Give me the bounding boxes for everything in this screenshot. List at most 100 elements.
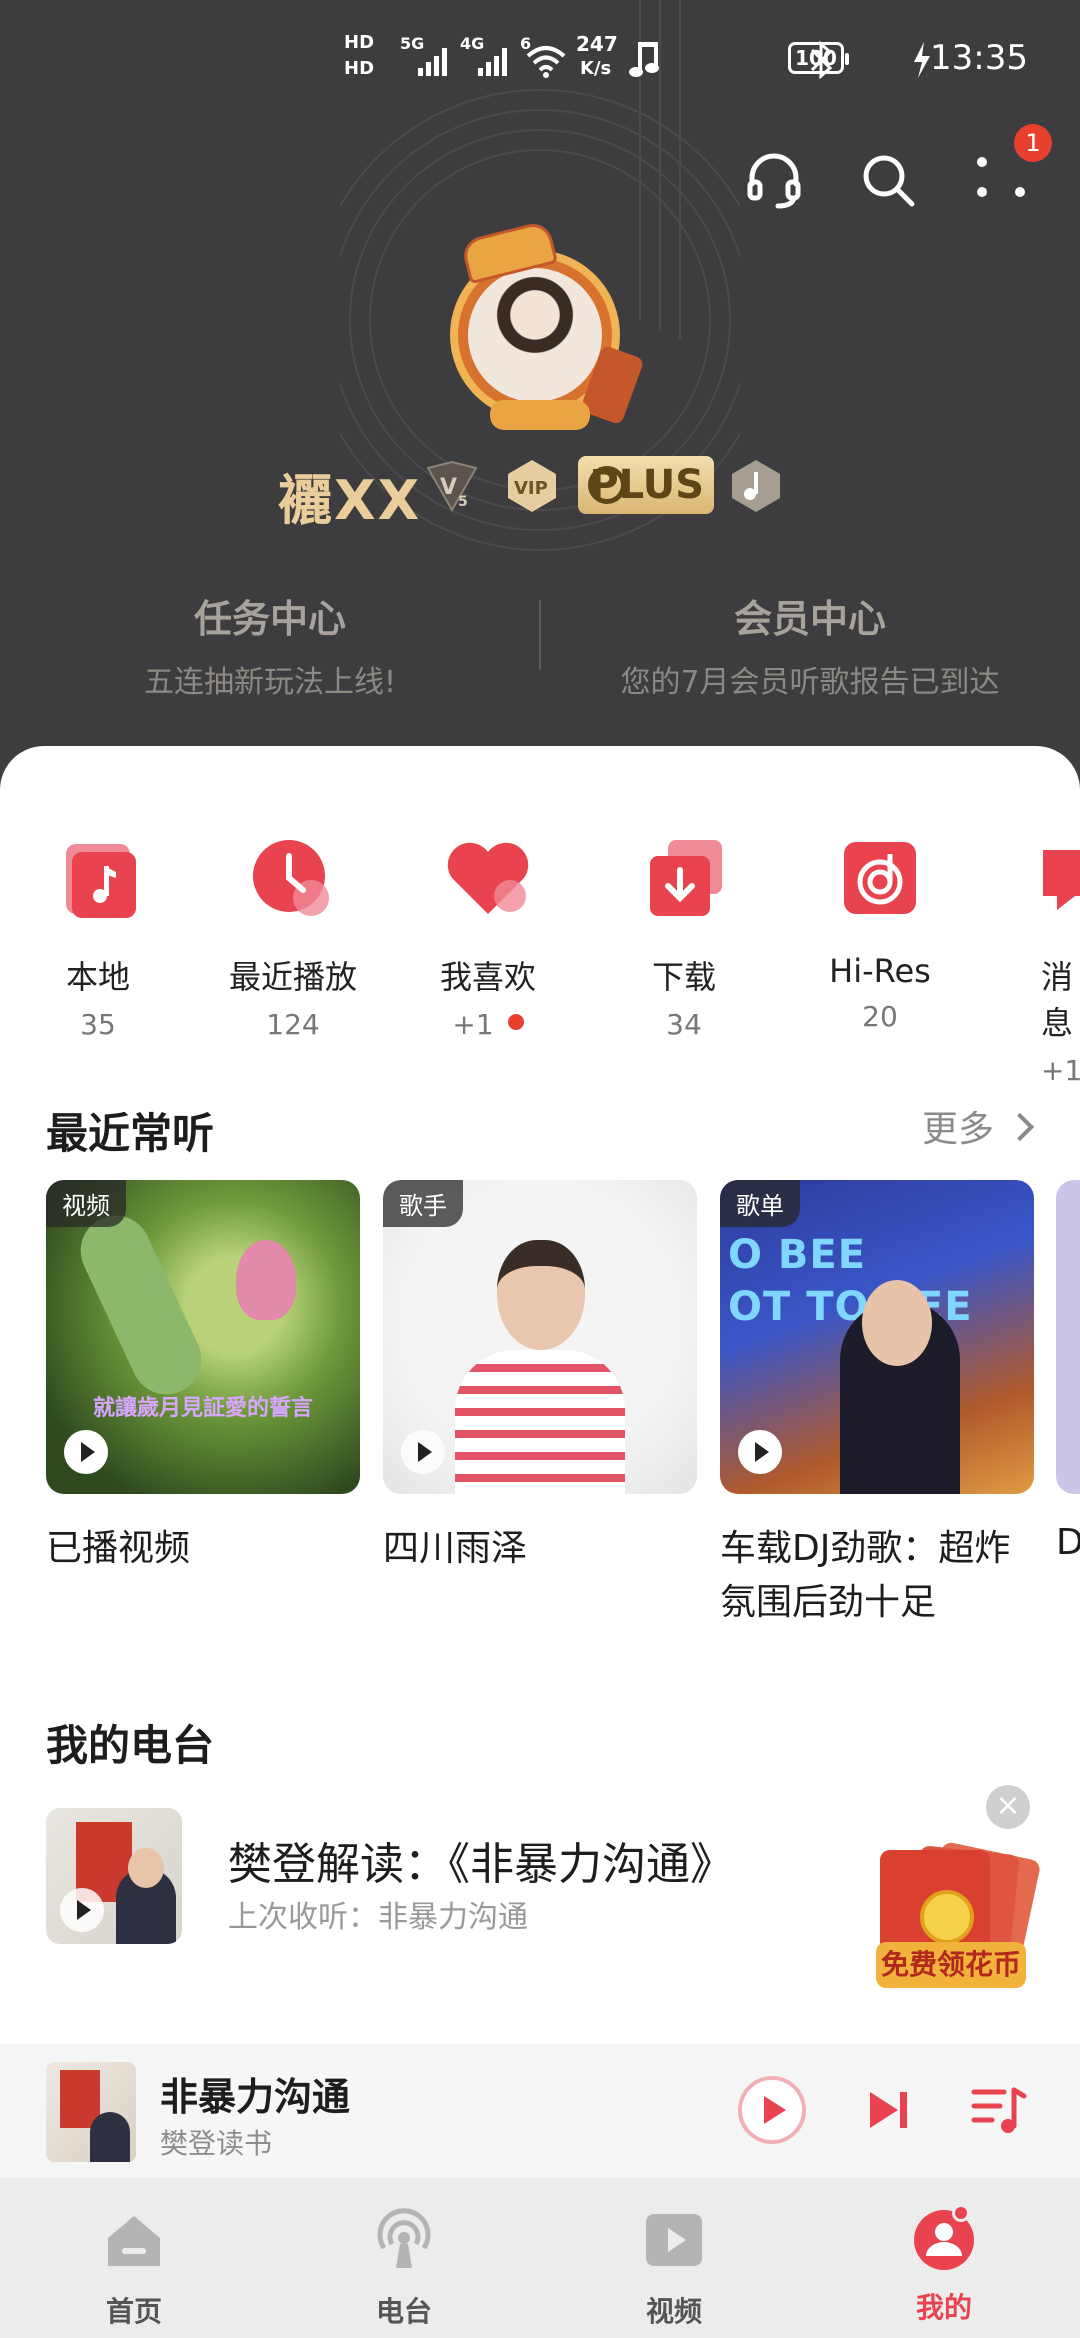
plus-badge[interactable]: PLUS — [578, 456, 714, 514]
quick-local[interactable]: 本地 35 — [18, 830, 178, 1041]
clock-icon — [253, 840, 329, 916]
home-icon — [108, 2216, 160, 2266]
music-note-icon — [66, 844, 136, 918]
play-icon[interactable] — [64, 1430, 108, 1474]
vip-level-badge[interactable]: V5 — [424, 458, 480, 514]
avatar[interactable] — [440, 219, 645, 430]
play-icon[interactable] — [401, 1430, 445, 1474]
headset-icon[interactable] — [742, 148, 806, 212]
play-icon[interactable] — [738, 1430, 782, 1474]
username[interactable]: 襹XX — [278, 456, 421, 535]
task-center-subtitle: 五连抽新玩法上线! — [143, 665, 397, 700]
card-title: 已播视频 — [46, 1528, 191, 1569]
new-indicator-dot — [507, 1014, 524, 1030]
profile-header: HD HD 5G 4G 6 247 K/s 100 13:35 1 襹XX V5… — [0, 0, 1080, 790]
quick-download[interactable]: 下载 34 — [604, 830, 764, 1041]
card-title: 四川雨泽 — [383, 1528, 528, 1569]
nav-video[interactable]: 视频 — [604, 2208, 744, 2330]
free-coins-promo[interactable]: 免费领花币 × — [870, 1785, 1050, 1990]
svg-text:V: V — [440, 475, 457, 500]
quick-messages[interactable]: 消息 +1 — [995, 830, 1080, 1087]
quick-hires-count: 20 — [862, 1000, 898, 1033]
svg-text:VIP: VIP — [514, 478, 548, 499]
play-icon[interactable] — [60, 1888, 104, 1932]
favorites-count-value: +1 — [452, 1008, 494, 1041]
neon-sign-text: O BEE — [728, 1232, 867, 1278]
battery-indicator: 100 — [788, 42, 849, 74]
card-cover-image: 就讓歲月見証愛的誓言 视频 — [46, 1180, 360, 1494]
nav-radio[interactable]: 电台 — [334, 2208, 474, 2330]
recent-section-title: 最近常听 — [46, 1109, 215, 1158]
member-center-title: 会员中心 — [733, 597, 886, 641]
video-icon — [646, 2214, 702, 2266]
quick-favorites[interactable]: 我喜欢 +1 — [408, 830, 568, 1041]
leaf-shape — [69, 1204, 213, 1406]
playlist-button[interactable] — [964, 2074, 1036, 2146]
status-bar: HD HD 5G 4G 6 247 K/s 100 13:35 — [0, 28, 1080, 88]
card-cover-caption: 就讓歲月見証愛的誓言 — [92, 1396, 313, 1421]
quick-hires-label: Hi-Res — [829, 952, 931, 990]
vip-badge[interactable]: VIP — [504, 458, 560, 514]
charging-icon — [914, 42, 930, 78]
avatar-frame-decoration — [490, 400, 590, 430]
clock-time: 13:35 — [930, 38, 1028, 78]
lotus-shape — [236, 1240, 296, 1320]
chevron-right-icon — [1005, 1112, 1035, 1142]
speed-value: 247 — [576, 32, 618, 56]
signal-icon — [418, 48, 447, 76]
signal-icon-2 — [478, 48, 507, 76]
recent-card-video[interactable]: 就讓歲月見証愛的誓言 视频 已播视频 — [46, 1180, 360, 1576]
hd2-label: HD — [344, 58, 375, 79]
card-tag: 视频 — [46, 1180, 126, 1227]
more-button[interactable]: 更多 — [922, 1100, 1035, 1152]
mini-player[interactable]: 非暴力沟通 樊登读书 — [0, 2044, 1080, 2178]
music-level-badge[interactable] — [728, 458, 784, 514]
music-logo-icon — [588, 466, 626, 504]
quick-recent-count: 124 — [266, 1008, 320, 1041]
card-cover-image: O BEE OT TO BEE 歌单 — [720, 1180, 1034, 1494]
quick-recent[interactable]: 最近播放 124 — [213, 830, 373, 1041]
card-title: 车载DJ劲歌：超炸氛围后劲十足 — [720, 1528, 1011, 1623]
close-icon[interactable]: × — [986, 1785, 1030, 1829]
speed-unit: K/s — [580, 58, 612, 79]
host-photo — [128, 1848, 164, 1888]
nav-profile[interactable]: 我的 — [874, 2204, 1014, 2326]
nav-home[interactable]: 首页 — [64, 2208, 204, 2330]
play-button[interactable] — [736, 2074, 808, 2146]
card-tag: 歌单 — [720, 1180, 800, 1227]
promo-label: 免费领花币 — [876, 1942, 1026, 1988]
quick-recent-label: 最近播放 — [228, 958, 357, 996]
profile-icon — [912, 2204, 976, 2272]
notification-badge: 1 — [1014, 124, 1052, 162]
host-photo — [90, 2112, 130, 2162]
message-icon — [1043, 850, 1080, 910]
radio-cover-image — [46, 1808, 182, 1944]
download-icon — [650, 840, 722, 916]
search-icon[interactable] — [856, 148, 920, 212]
quick-local-label: 本地 — [65, 958, 130, 996]
wifi-icon — [526, 46, 566, 78]
quick-messages-label: 消息 — [1041, 958, 1074, 1042]
recent-card-artist[interactable]: 歌手 四川雨泽 — [383, 1180, 697, 1576]
coin-icon — [920, 1890, 974, 1944]
radio-item[interactable]: 樊登解读：《非暴力沟通》 上次收听：非暴力沟通 — [46, 1808, 846, 1948]
quick-hires[interactable]: Hi-Res 20 — [800, 830, 960, 1033]
heart-icon — [447, 842, 529, 914]
recent-card-playlist[interactable]: O BEE OT TO BEE 歌单 车载DJ劲歌：超炸氛围后劲十足 — [720, 1180, 1034, 1630]
card-cover-image: 歌手 — [383, 1180, 697, 1494]
task-center-entry[interactable]: 任务中心 五连抽新玩法上线! — [0, 588, 540, 701]
notification-dot — [952, 2204, 970, 2222]
card-peek-title: D — [1056, 1522, 1080, 1563]
bottom-navigation: 首页 电台 视频 我的 — [0, 2178, 1080, 2338]
quick-download-count: 34 — [666, 1008, 702, 1041]
nav-radio-label: 电台 — [375, 2295, 432, 2328]
radio-section-title: 我的电台 — [46, 1721, 215, 1770]
music-status-icon — [629, 42, 659, 77]
member-center-entry[interactable]: 会员中心 您的7月会员听歌报告已到达 — [540, 588, 1080, 701]
quick-download-label: 下载 — [651, 958, 716, 996]
recent-card-peek[interactable] — [1056, 1180, 1080, 1494]
next-track-button[interactable] — [852, 2074, 924, 2146]
quick-favorites-count: +1 — [408, 1008, 568, 1041]
artist-photo — [455, 1350, 625, 1494]
player-cover — [46, 2062, 136, 2162]
